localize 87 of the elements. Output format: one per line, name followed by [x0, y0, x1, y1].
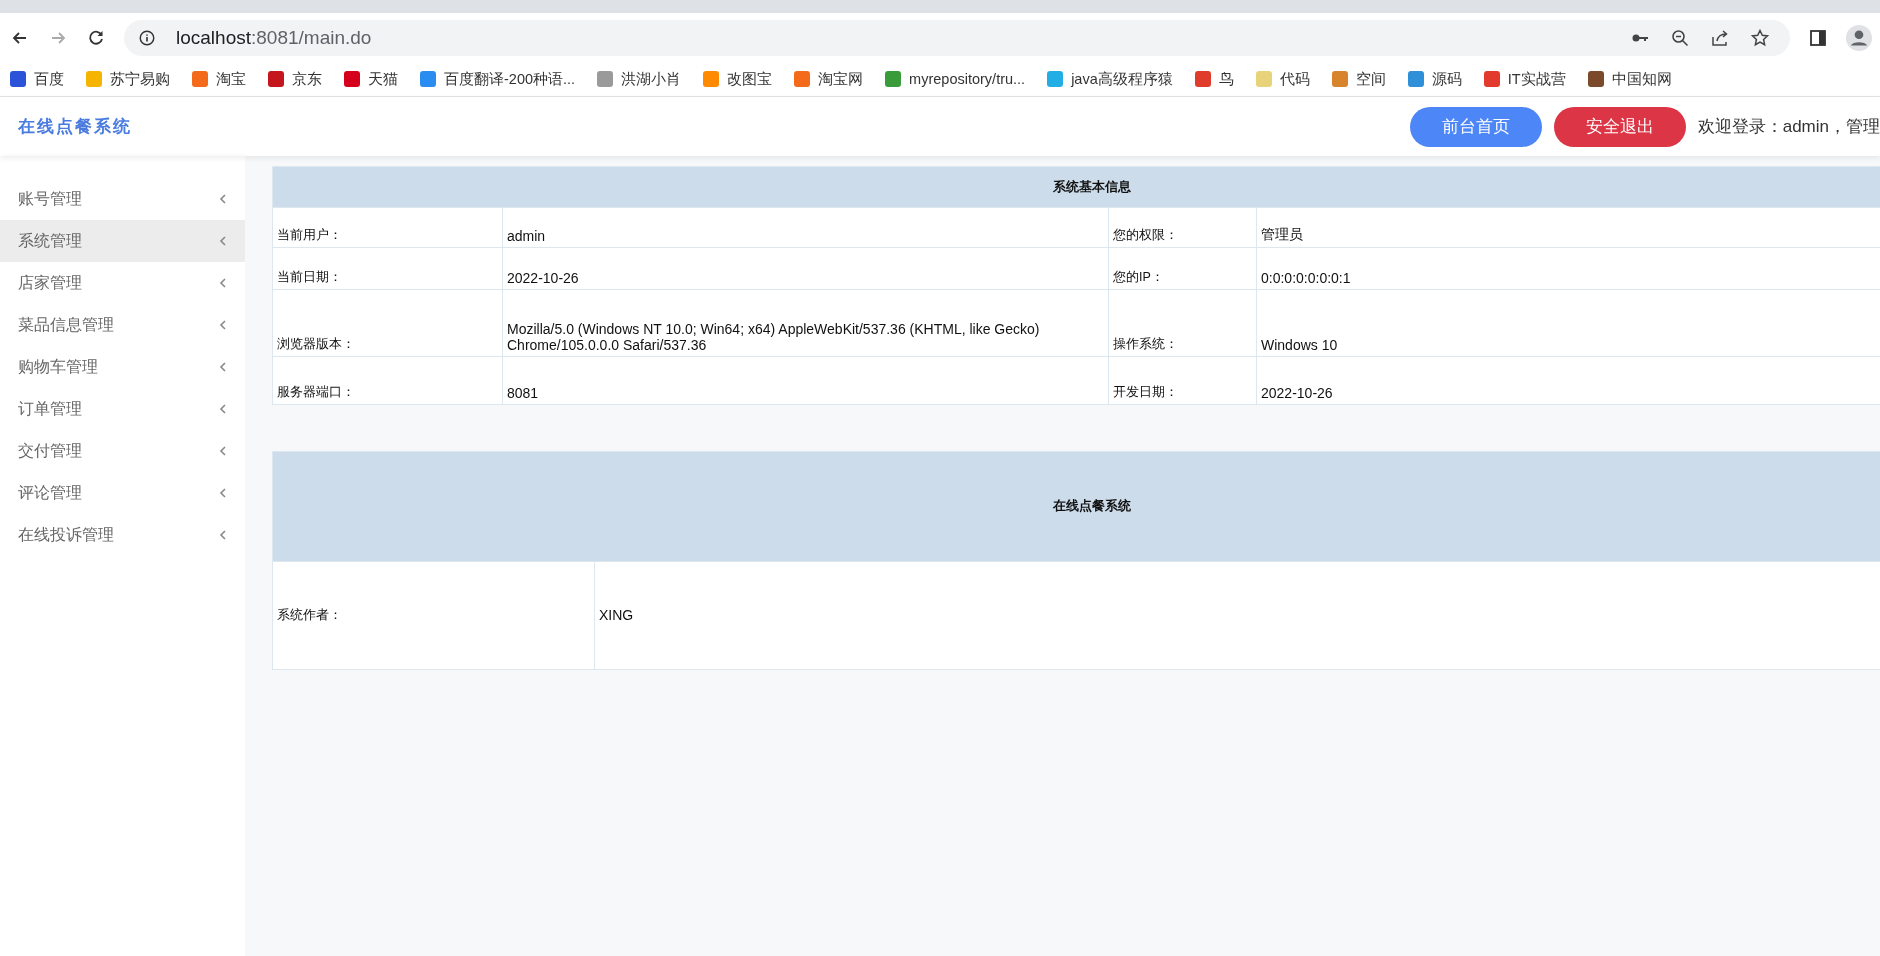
- sidebar-item-label: 系统管理: [18, 230, 82, 251]
- address-bar[interactable]: localhost:8081/main.do: [124, 19, 1790, 56]
- zoom-out-icon[interactable]: [1670, 27, 1690, 48]
- sidebar-item-label: 交付管理: [18, 440, 82, 461]
- table-cell: 开发日期：: [1108, 356, 1257, 405]
- table-cell: 系统作者：: [272, 561, 595, 670]
- sidebar-item-label: 评论管理: [18, 482, 82, 503]
- bookmark-label: 淘宝: [216, 69, 246, 89]
- chevron-left-icon: [219, 488, 227, 498]
- chevron-left-icon: [219, 194, 227, 204]
- bookmark-label: 代码: [1279, 69, 1310, 89]
- bookmark-label: 源码: [1431, 69, 1462, 89]
- sidebar-item[interactable]: 交付管理: [0, 430, 245, 472]
- welcome-text: 欢迎登录：admin，管理: [1697, 116, 1880, 138]
- bookmark-link[interactable]: 天猫: [344, 69, 398, 89]
- bookmark-label: 空间: [1355, 69, 1386, 89]
- bookmark-link[interactable]: 京东: [268, 69, 322, 89]
- bookmark-link[interactable]: 百度: [10, 69, 64, 89]
- share-icon[interactable]: [1710, 27, 1730, 48]
- bookmark-label: 天猫: [368, 69, 398, 89]
- sidebar-item[interactable]: 评论管理: [0, 472, 245, 514]
- table-heading: 系统基本信息: [272, 166, 1880, 208]
- url-text: localhost:8081/main.do: [176, 26, 372, 49]
- chevron-left-icon: [219, 320, 227, 330]
- table-cell: 服务器端口：: [272, 356, 503, 405]
- bookmark-label: 鸟: [1218, 69, 1234, 89]
- bookmark-label: 百度翻译-200种语...: [444, 69, 576, 89]
- table-cell: 您的IP：: [1108, 247, 1257, 290]
- bookmark-link[interactable]: IT实战营: [1483, 69, 1566, 89]
- bookmark-link[interactable]: 空间: [1331, 69, 1386, 89]
- table-cell: 操作系统：: [1108, 289, 1257, 357]
- bookmark-link[interactable]: 中国知网: [1587, 69, 1672, 89]
- chevron-left-icon: [219, 362, 227, 372]
- bookmark-link[interactable]: java高级程序猿: [1047, 69, 1173, 89]
- chevron-left-icon: [219, 278, 227, 288]
- chevron-left-icon: [219, 236, 227, 246]
- bookmark-label: 百度: [34, 69, 64, 89]
- bookmark-link[interactable]: 源码: [1407, 69, 1462, 89]
- sidebar-item-label: 订单管理: [18, 398, 82, 419]
- sidebar-item[interactable]: 在线投诉管理: [0, 514, 245, 556]
- table-cell: 当前日期：: [272, 247, 503, 290]
- sidebar-item[interactable]: 购物车管理: [0, 346, 245, 388]
- bookmark-label: IT实战营: [1507, 69, 1566, 89]
- profile-avatar-icon[interactable]: [1846, 24, 1872, 51]
- side-panel-icon[interactable]: [1808, 27, 1828, 48]
- table-cell: 浏览器版本：: [272, 289, 503, 357]
- bookmark-label: 洪湖小肖: [621, 69, 682, 89]
- bookmark-label: 改图宝: [727, 69, 773, 89]
- table-cell: 2022-10-26: [502, 247, 1109, 290]
- sidebar-item-label: 店家管理: [18, 272, 82, 293]
- table-cell: 您的权限：: [1108, 207, 1257, 248]
- chevron-left-icon: [219, 530, 227, 540]
- table-heading: 在线点餐系统: [272, 451, 1880, 562]
- bookmark-label: myrepository/tru...: [909, 71, 1026, 87]
- table-cell: 当前用户：: [272, 207, 503, 248]
- sidebar-item-label: 在线投诉管理: [18, 524, 114, 545]
- info-icon[interactable]: [138, 28, 156, 47]
- sidebar-item[interactable]: 系统管理: [0, 220, 245, 262]
- bookmark-label: 淘宝网: [818, 69, 864, 89]
- app-title: 在线点餐系统: [18, 116, 132, 138]
- bookmark-link[interactable]: 改图宝: [703, 69, 773, 89]
- table-cell: admin: [502, 207, 1109, 248]
- sidebar-item-label: 购物车管理: [18, 356, 98, 377]
- sidebar-item[interactable]: 账号管理: [0, 178, 245, 220]
- sidebar-item-label: 菜品信息管理: [18, 314, 114, 335]
- bookmark-label: 苏宁易购: [110, 69, 170, 89]
- bookmark-link[interactable]: 淘宝网: [794, 69, 864, 89]
- bookmark-link[interactable]: 百度翻译-200种语...: [420, 69, 576, 89]
- bookmark-label: java高级程序猿: [1071, 69, 1173, 89]
- bookmark-label: 中国知网: [1611, 69, 1672, 89]
- bookmark-link[interactable]: 淘宝: [192, 69, 246, 89]
- bookmark-link[interactable]: 鸟: [1194, 69, 1234, 89]
- header-button[interactable]: 安全退出: [1553, 106, 1686, 147]
- table-cell: Mozilla/5.0 (Windows NT 10.0; Win64; x64) AppleWebKit/537.36 (KHTML, like Gecko) Chrome/105.0.0.0 Safari/537.36: [502, 289, 1109, 357]
- sidebar-item[interactable]: 店家管理: [0, 262, 245, 304]
- bookmark-link[interactable]: 代码: [1255, 69, 1310, 89]
- bookmark-label: 京东: [292, 69, 322, 89]
- bookmark-link[interactable]: 洪湖小肖: [597, 69, 682, 89]
- chevron-left-icon: [219, 404, 227, 414]
- chevron-left-icon: [219, 446, 227, 456]
- bookmark-link[interactable]: myrepository/tru...: [885, 71, 1026, 87]
- bookmark-link[interactable]: 苏宁易购: [86, 69, 170, 89]
- sidebar-item-label: 账号管理: [18, 188, 82, 209]
- sidebar-item[interactable]: 订单管理: [0, 388, 245, 430]
- star-icon[interactable]: [1750, 27, 1770, 48]
- sidebar-item[interactable]: 菜品信息管理: [0, 304, 245, 346]
- table-cell: 8081: [502, 356, 1109, 405]
